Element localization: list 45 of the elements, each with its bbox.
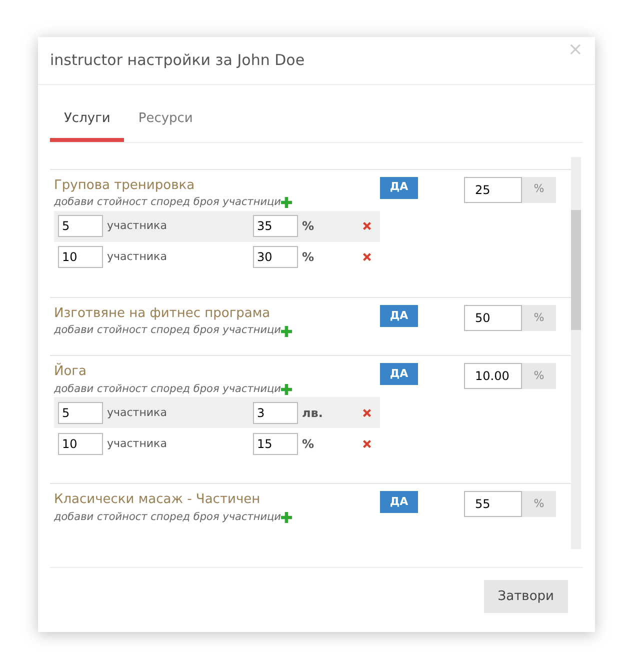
count-field[interactable]: 10	[58, 432, 103, 455]
plus-icon[interactable]	[281, 384, 292, 395]
count-label: участника	[106, 218, 168, 234]
unit-label: лв.	[301, 404, 324, 422]
count-label: участника	[106, 404, 168, 420]
add-value-link[interactable]: добави стойност според броя участници	[54, 195, 282, 211]
close-dialog-button[interactable]: Затвори	[484, 580, 568, 613]
unit-addon: %	[522, 491, 556, 518]
value-field[interactable]: 50	[464, 304, 522, 331]
delete-icon[interactable]	[362, 252, 372, 262]
unit-label: %	[301, 436, 316, 453]
service-name: Йога	[54, 362, 88, 381]
plus-icon[interactable]	[281, 326, 292, 337]
value-field[interactable]: 55	[464, 491, 522, 518]
count-field[interactable]: 5	[58, 215, 103, 238]
unit-addon: %	[522, 304, 556, 331]
value-field[interactable]: 15	[253, 432, 298, 455]
plus-icon[interactable]	[281, 197, 292, 208]
add-value-link[interactable]: добави стойност според броя участници	[54, 323, 282, 339]
unit-addon: %	[522, 363, 556, 389]
add-value-link[interactable]: добави стойност според броя участници	[54, 510, 282, 526]
value-field[interactable]: 35	[253, 215, 298, 238]
unit-label: %	[301, 249, 316, 266]
tab[interactable]: Услуги	[50, 103, 124, 142]
count-field[interactable]: 5	[58, 402, 103, 424]
delete-icon[interactable]	[362, 221, 372, 232]
plus-icon[interactable]	[281, 512, 292, 524]
scrollbar[interactable]	[571, 156, 581, 548]
unit-addon: %	[522, 176, 556, 202]
delete-icon[interactable]	[362, 408, 372, 418]
service-name: Класически масаж - Частичен	[54, 491, 262, 510]
count-label: участника	[106, 249, 168, 265]
value-field[interactable]: 25	[464, 176, 522, 202]
delete-icon[interactable]	[362, 438, 372, 449]
unit-label: %	[301, 218, 316, 236]
add-value-link[interactable]: добави стойност според броя участници	[54, 382, 282, 398]
service-name: Групова тренировка	[54, 176, 196, 194]
tab[interactable]: Ресурси	[124, 103, 207, 142]
dialog-title: instructor настройки за John Doe	[50, 50, 305, 72]
value-field[interactable]: 3	[253, 402, 298, 424]
value-field[interactable]: 30	[253, 246, 298, 268]
count-field[interactable]: 10	[58, 246, 103, 268]
value-field[interactable]: 10.00	[464, 363, 522, 389]
count-label: участника	[106, 436, 168, 452]
service-name: Изготвяне на фитнес програма	[54, 304, 272, 323]
